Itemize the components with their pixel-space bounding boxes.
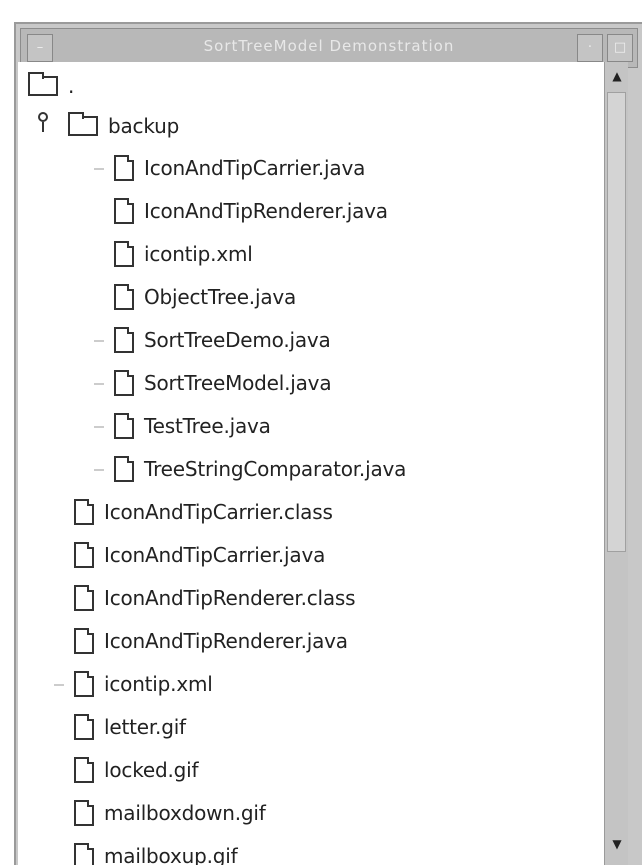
tree-file-item[interactable]: mailboxdown.gif [74,795,266,831]
file-label: IconAndTipCarrier.java [144,156,366,180]
tree-connector [94,469,104,471]
vertical-scrollbar[interactable]: ▲ ▼ [604,62,628,865]
file-icon [114,241,134,267]
tree-file-item[interactable]: letter.gif [74,709,186,745]
file-label: ObjectTree.java [144,285,297,309]
file-icon [74,499,94,525]
tree-file-item[interactable]: IconAndTipCarrier.class [74,494,333,530]
file-icon [74,542,94,568]
file-label: icontip.xml [144,242,253,266]
tree-node-backup[interactable]: backup [68,108,179,144]
maximize-button[interactable]: □ [607,34,633,62]
folder-icon [28,72,58,96]
file-icon [74,843,94,865]
tree-file-item[interactable]: SortTreeDemo.java [114,322,331,358]
folder-label: backup [108,114,180,138]
minimize-button[interactable]: · [577,34,603,62]
file-icon [74,671,94,697]
tree-file-item[interactable]: IconAndTipRenderer.java [74,623,348,659]
file-icon [114,198,134,224]
tree-file-item[interactable]: IconAndTipRenderer.class [74,580,356,616]
tree-file-item[interactable]: icontip.xml [114,236,253,272]
file-label: IconAndTipRenderer.java [144,199,388,223]
file-label: SortTreeModel.java [144,371,332,395]
file-icon [114,284,134,310]
file-icon [74,800,94,826]
tree-file-item[interactable]: IconAndTipCarrier.java [114,150,365,186]
window-title: SortTreeModel Demonstration [203,37,455,55]
file-label: SortTreeDemo.java [144,328,331,352]
file-label: IconAndTipCarrier.java [104,543,326,567]
tree-root-node[interactable]: . [28,68,74,104]
tree-connector [54,684,64,686]
file-icon [74,585,94,611]
tree-file-item[interactable]: TreeStringComparator.java [114,451,406,487]
tree-connector [94,168,104,170]
tree-file-item[interactable]: mailboxup.gif [74,838,238,865]
file-label: locked.gif [104,758,199,782]
tree-file-item[interactable]: ObjectTree.java [114,279,296,315]
file-label: icontip.xml [104,672,213,696]
tree-file-item[interactable]: IconAndTipCarrier.java [74,537,325,573]
file-tree[interactable]: . backup IconAndTipCarrier.java IconAndT… [18,62,604,865]
file-label: IconAndTipCarrier.class [104,500,333,524]
scrollbar-thumb[interactable] [607,92,626,552]
file-icon [114,456,134,482]
tree-file-item[interactable]: TestTree.java [114,408,271,444]
tree-connector [94,340,104,342]
file-icon [74,714,94,740]
file-label: IconAndTipRenderer.java [104,629,348,653]
file-icon [114,327,134,353]
file-label: TestTree.java [144,414,271,438]
tree-root-label: . [68,74,75,98]
folder-icon [68,112,98,136]
expanded-toggle-icon[interactable] [36,112,50,134]
scroll-up-icon[interactable]: ▲ [608,66,626,86]
file-icon [74,628,94,654]
tree-file-item[interactable]: IconAndTipRenderer.java [114,193,388,229]
file-icon [114,370,134,396]
tree-file-item[interactable]: locked.gif [74,752,199,788]
file-label: mailboxup.gif [104,844,238,865]
file-label: TreeStringComparator.java [144,457,407,481]
scroll-down-icon[interactable]: ▼ [608,834,626,854]
tree-file-item[interactable]: SortTreeModel.java [114,365,332,401]
file-label: mailboxdown.gif [104,801,266,825]
file-icon [114,155,134,181]
tree-file-item[interactable]: icontip.xml [74,666,213,702]
file-label: IconAndTipRenderer.class [104,586,356,610]
tree-connector [94,426,104,428]
file-label: letter.gif [104,715,186,739]
tree-connector [94,383,104,385]
file-icon [74,757,94,783]
file-icon [114,413,134,439]
